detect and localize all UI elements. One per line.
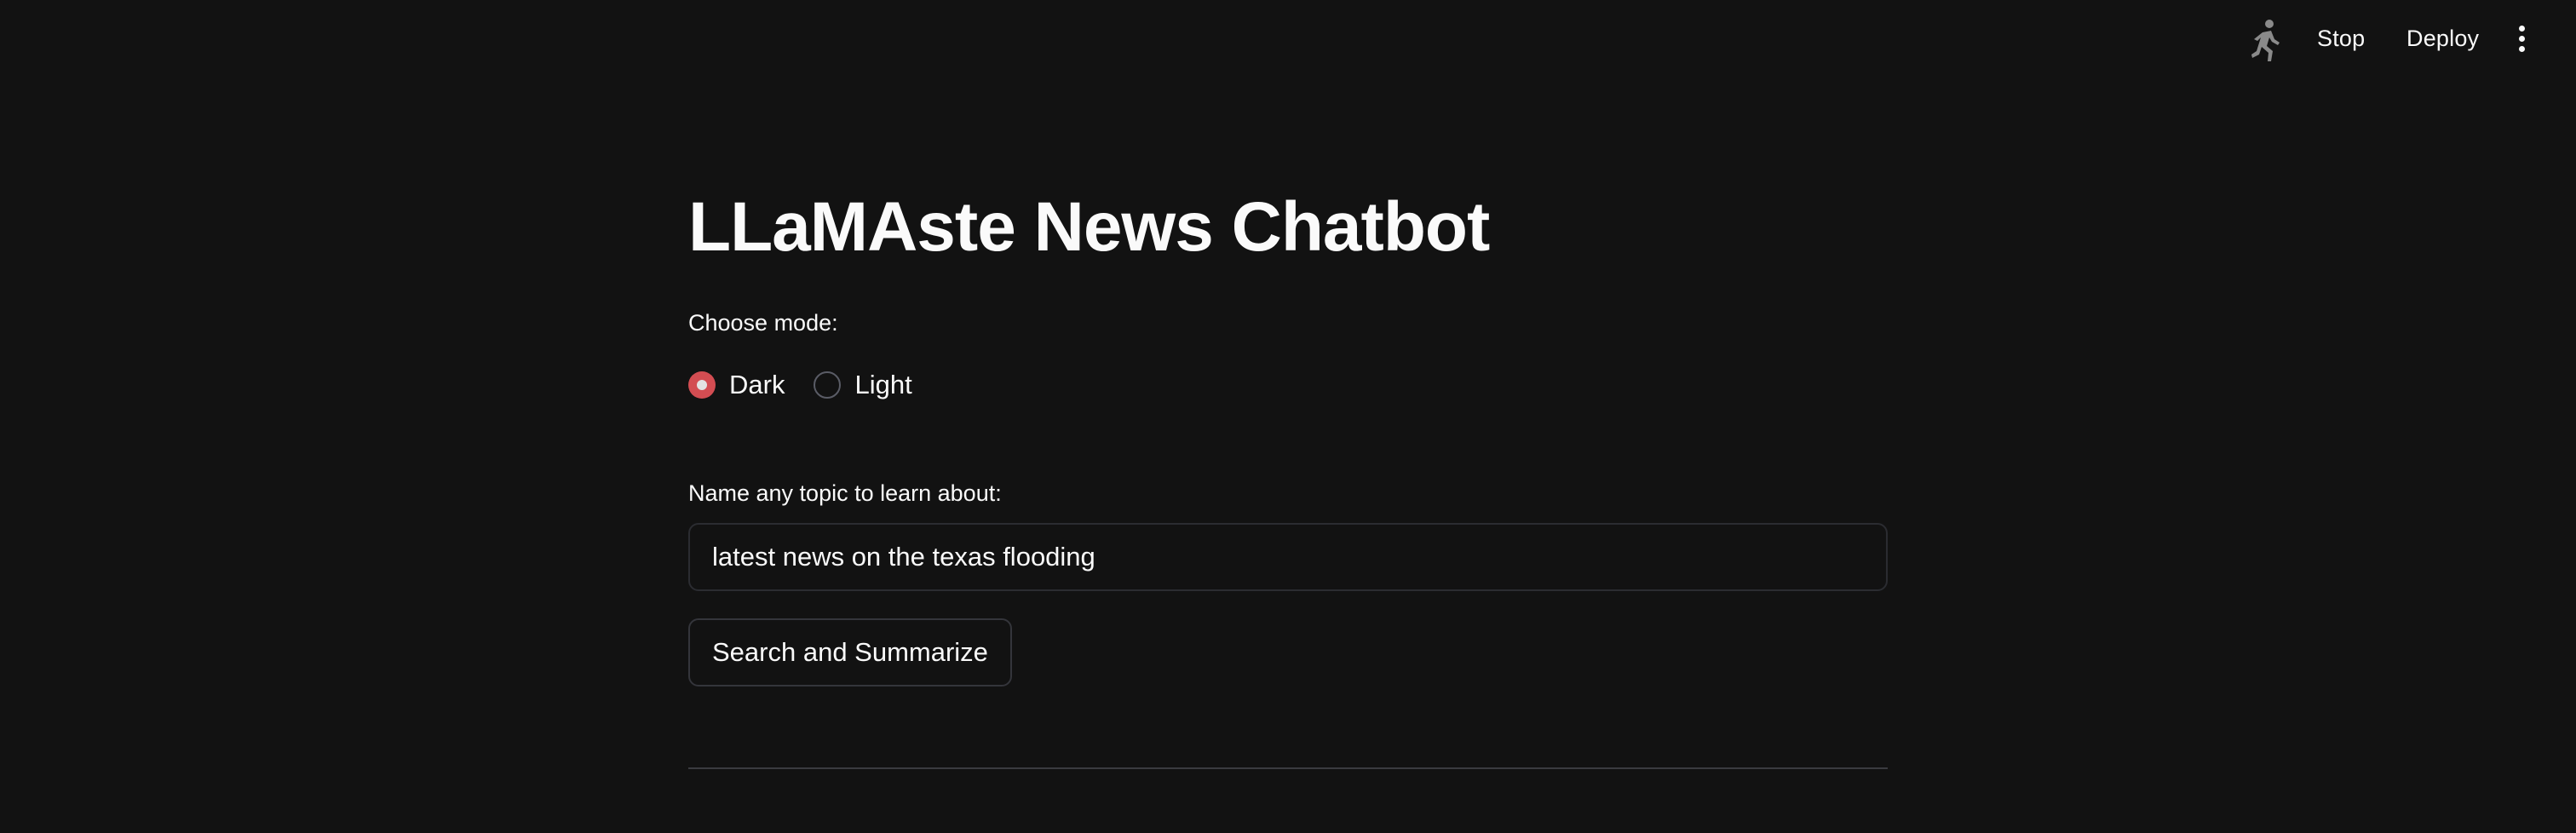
vertical-dots-icon[interactable] xyxy=(2511,26,2532,56)
menu-dot xyxy=(2518,26,2525,32)
running-person-icon xyxy=(2245,19,2286,63)
radio-option-dark[interactable]: Dark xyxy=(688,370,785,400)
search-and-summarize-button[interactable]: Search and Summarize xyxy=(688,618,1012,687)
mode-radio-group: Dark Light xyxy=(688,370,941,400)
menu-dot xyxy=(2518,46,2525,52)
topic-label: Name any topic to learn about: xyxy=(688,480,1002,506)
topic-input[interactable] xyxy=(688,523,1888,591)
menu-dot xyxy=(2518,36,2525,42)
stop-button[interactable]: Stop xyxy=(2317,26,2365,52)
divider xyxy=(688,767,1888,769)
page-title: LLaMAste News Chatbot xyxy=(688,188,1490,266)
radio-unselected-icon[interactable] xyxy=(814,371,842,399)
mode-label: Choose mode: xyxy=(688,310,838,336)
radio-label-dark: Dark xyxy=(729,370,785,399)
radio-label-light: Light xyxy=(854,370,912,399)
radio-option-light[interactable]: Light xyxy=(814,370,912,400)
deploy-button[interactable]: Deploy xyxy=(2406,26,2479,52)
radio-selected-icon[interactable] xyxy=(688,371,716,399)
